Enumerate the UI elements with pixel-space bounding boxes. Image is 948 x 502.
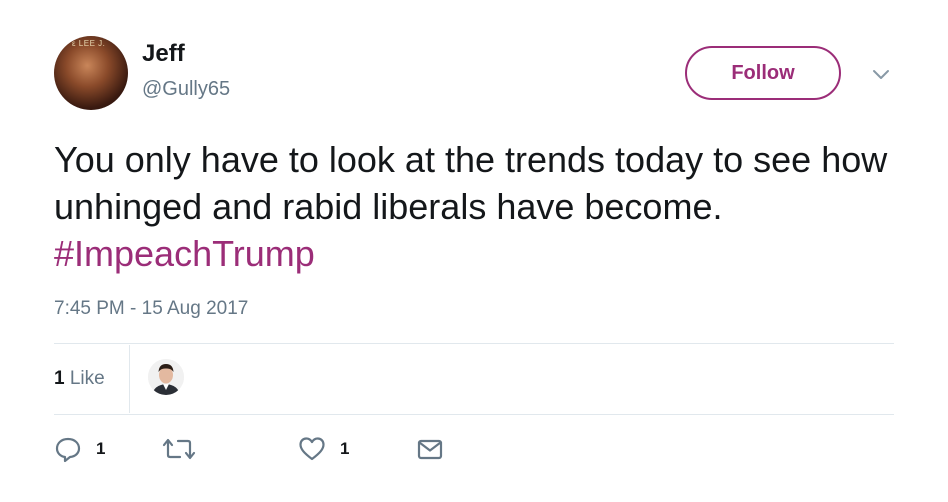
avatar-logo-text: ε LEE J. bbox=[72, 39, 106, 48]
tweet-timestamp[interactable]: 7:45 PM - 15 Aug 2017 bbox=[54, 298, 248, 320]
author-handle[interactable]: @Gully65 bbox=[142, 78, 230, 101]
author-name[interactable]: Jeff bbox=[142, 40, 185, 68]
like-button[interactable]: 1 bbox=[298, 432, 349, 466]
likes-label: Like bbox=[69, 368, 105, 389]
heart-icon bbox=[298, 435, 326, 463]
tweet-text: You only have to look at the trends toda… bbox=[54, 136, 914, 277]
direct-message-button[interactable] bbox=[416, 432, 444, 466]
like-count: 1 bbox=[340, 439, 350, 458]
retweet-icon bbox=[162, 435, 196, 463]
envelope-icon bbox=[416, 435, 444, 463]
likes-count: 1 bbox=[54, 368, 65, 389]
retweet-button[interactable] bbox=[162, 432, 196, 466]
follow-button[interactable]: Follow bbox=[685, 46, 841, 100]
likes-summary[interactable]: 1 Like bbox=[54, 368, 105, 390]
vertical-divider bbox=[129, 345, 130, 413]
tweet-body: You only have to look at the trends toda… bbox=[54, 139, 888, 227]
hashtag-link[interactable]: #ImpeachTrump bbox=[54, 233, 315, 274]
reply-count: 1 bbox=[96, 439, 106, 458]
divider bbox=[54, 414, 894, 415]
reply-button[interactable]: 1 bbox=[54, 432, 105, 466]
liker-avatar[interactable] bbox=[148, 359, 184, 395]
chevron-down-icon[interactable] bbox=[870, 64, 892, 86]
author-avatar[interactable]: ε LEE J. bbox=[54, 36, 128, 110]
divider bbox=[54, 343, 894, 344]
reply-icon bbox=[54, 435, 82, 463]
